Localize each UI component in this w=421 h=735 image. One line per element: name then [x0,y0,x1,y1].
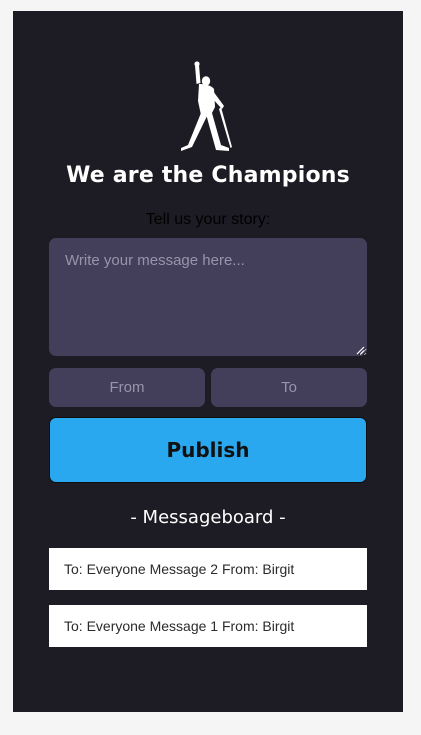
to-field[interactable] [211,368,367,407]
message-textarea[interactable] [49,238,367,356]
message-item: To: Everyone Message 2 From: Birgit [49,548,367,590]
message-item: To: Everyone Message 1 From: Birgit [49,605,367,647]
form-prompt: Tell us your story: [145,211,271,228]
freddie-mercury-silhouette-icon [181,61,232,151]
from-field[interactable] [49,368,205,407]
messageboard-list: To: Everyone Message 2 From: Birgit To: … [49,548,367,662]
page-title: We are the Champions [66,163,350,188]
app-container: We are the Champions Tell us your story:… [13,11,403,712]
messageboard-heading: - Messageboard - [130,507,286,528]
publish-button[interactable]: Publish [49,417,367,483]
